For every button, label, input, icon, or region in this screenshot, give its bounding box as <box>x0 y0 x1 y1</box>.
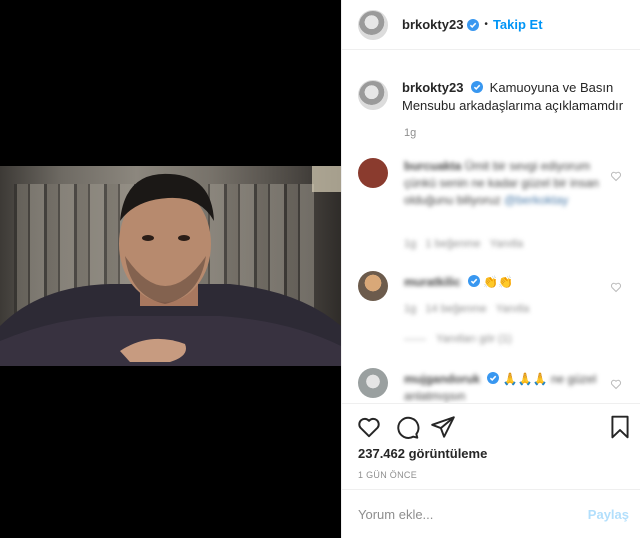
comment-likes[interactable]: 1 beğenme <box>425 238 480 250</box>
comment-meta: 1g 1 beğenme Yanıtla <box>404 238 523 250</box>
comment-mention[interactable]: @berkoktay <box>504 193 568 207</box>
comment-username[interactable]: mujgandoruk <box>404 371 480 388</box>
post-actions: 237.462 görüntüleme 1 GÜN ÖNCE <box>342 403 640 489</box>
comment-item: mujgandoruk 🙏🙏🙏 ne güzel anlatmışsın <box>358 368 628 403</box>
caption-text-block: brkokty23 Kamuoyuna ve Basın Mensubu ark… <box>402 79 628 115</box>
comment-username[interactable]: muratkilic <box>404 274 461 291</box>
view-replies-button[interactable]: Yanıtları gör (1) <box>404 333 512 345</box>
comment-username[interactable]: burcuakta <box>404 159 461 173</box>
reply-button[interactable]: Yanıtla <box>490 238 523 250</box>
verified-badge-icon <box>468 275 481 287</box>
comment-emoji: 👏👏 <box>483 275 514 289</box>
view-replies-label[interactable]: Yanıtları gör (1) <box>436 333 512 345</box>
add-comment-bar: Paylaş <box>342 489 640 538</box>
comment-text: muratkilic 👏👏 <box>404 274 599 291</box>
comment-text: mujgandoruk 🙏🙏🙏 ne güzel anlatmışsın <box>404 371 599 403</box>
bookmark-icon[interactable] <box>607 414 633 440</box>
post-header: brkokty23 • Takip Et <box>342 0 640 50</box>
separator-dot: • <box>484 19 488 30</box>
video-player[interactable] <box>0 0 341 538</box>
header-username[interactable]: brkokty23 <box>402 17 463 32</box>
comment-time: 1g <box>404 238 417 250</box>
video-frame[interactable] <box>0 166 341 366</box>
comment-meta: 1g 14 beğenme Yanıtla <box>404 303 529 315</box>
comment-text: burcuakta Ümit bir sevgi ediyorum çünkü … <box>404 158 599 209</box>
post-side-panel: brkokty23 • Takip Et brkokty23 Kamuoyuna… <box>341 0 640 538</box>
comment-emoji: 🙏🙏🙏 <box>502 372 548 386</box>
caption-username[interactable]: brkokty23 <box>402 80 463 95</box>
commenter-avatar[interactable] <box>358 158 388 188</box>
verified-badge-icon <box>471 81 484 93</box>
commenter-avatar[interactable] <box>358 368 388 398</box>
post-caption: brkokty23 Kamuoyuna ve Basın Mensubu ark… <box>358 79 628 115</box>
avatar[interactable] <box>358 9 388 40</box>
caption-timestamp: 1g <box>404 127 417 139</box>
comment-input[interactable] <box>358 506 580 522</box>
post-comment-button[interactable]: Paylaş <box>588 507 629 522</box>
person-figure <box>0 173 341 366</box>
replies-line <box>404 338 426 340</box>
verified-badge-icon <box>487 372 500 384</box>
like-comment-icon[interactable] <box>610 170 622 182</box>
comments-section[interactable]: brkokty23 Kamuoyuna ve Basın Mensubu ark… <box>342 51 640 403</box>
comment-time: 1g <box>404 303 417 315</box>
heart-icon[interactable] <box>356 414 382 440</box>
post-time-ago: 1 GÜN ÖNCE <box>358 470 418 480</box>
share-icon[interactable] <box>430 414 456 440</box>
avatar[interactable] <box>358 80 388 110</box>
comment-item: burcuakta Ümit bir sevgi ediyorum çünkü … <box>358 158 628 254</box>
view-count[interactable]: 237.462 görüntüleme <box>358 446 487 461</box>
comment-likes[interactable]: 14 beğenme <box>425 303 486 315</box>
comment-icon[interactable] <box>394 414 420 440</box>
comment-item: muratkilic 👏👏 1g 14 beğenme Yanıtla Yanı… <box>358 271 628 347</box>
like-comment-icon[interactable] <box>610 281 622 293</box>
commenter-avatar[interactable] <box>358 271 388 301</box>
reply-button[interactable]: Yanıtla <box>496 303 529 315</box>
like-comment-icon[interactable] <box>610 378 622 390</box>
verified-badge-icon <box>467 18 480 31</box>
follow-button[interactable]: Takip Et <box>493 17 543 32</box>
